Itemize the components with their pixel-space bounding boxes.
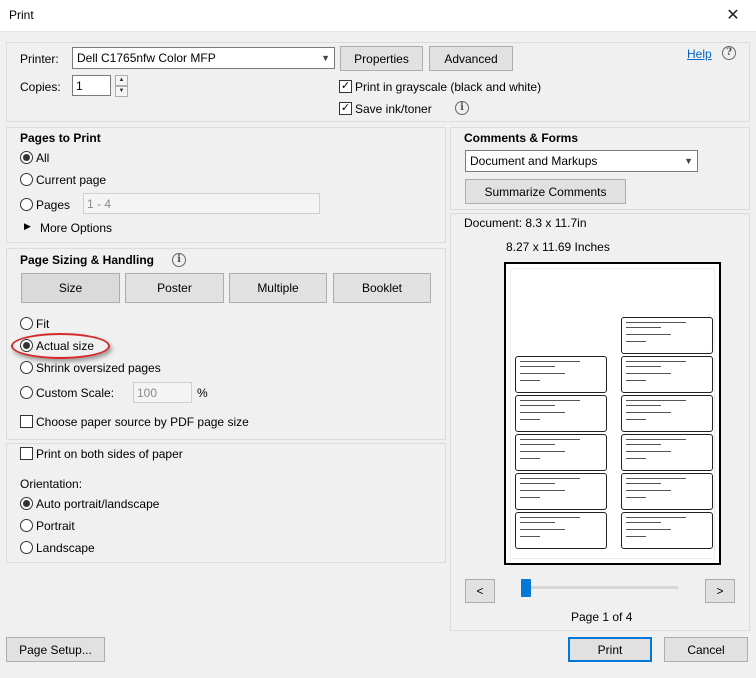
custom-scale-radio[interactable] [20,386,33,399]
page-slider-thumb[interactable] [521,579,531,597]
comments-value: Document and Markups [470,154,598,168]
fit-label: Fit [36,317,50,331]
portrait-radio[interactable] [20,519,33,532]
copies-input[interactable]: 1 [72,75,111,96]
paper-size-label: 8.27 x 11.69 Inches [506,240,610,254]
label-card [621,434,713,471]
page-sizing-heading: Page Sizing & Handling [20,253,155,267]
percent-label: % [197,386,208,400]
label-card [621,512,713,549]
dropdown-arrow-icon: ▼ [321,53,330,63]
shrink-label: Shrink oversized pages [36,361,161,375]
help-link[interactable]: Help [687,47,712,61]
properties-button[interactable]: Properties [340,46,423,71]
landscape-radio[interactable] [20,541,33,554]
page-slider-track[interactable] [521,586,678,589]
label-card [621,317,713,354]
paper-source-checkbox[interactable] [20,415,33,428]
help-question-icon[interactable]: ? [722,46,736,60]
multiple-button[interactable]: Multiple [229,273,327,303]
all-pages-label: All [36,151,50,165]
printer-value: Dell C1765nfw Color MFP [77,51,216,65]
actual-size-label: Actual size [36,339,95,353]
pages-range-input[interactable]: 1 - 4 [83,193,320,214]
current-page-radio[interactable] [20,173,33,186]
next-page-button[interactable]: > [705,579,735,603]
pages-range-value: 1 - 4 [87,196,112,211]
document-size-label: Document: 8.3 x 11.7in [464,216,587,230]
auto-orientation-radio[interactable] [20,497,33,510]
close-icon[interactable]: ✕ [710,0,756,31]
page-setup-button[interactable]: Page Setup... [6,637,105,662]
portrait-label: Portrait [36,519,75,533]
printer-select[interactable]: Dell C1765nfw Color MFP ▼ [72,47,335,69]
shrink-radio[interactable] [20,361,33,374]
grayscale-checkbox[interactable]: ✓ [339,80,352,93]
auto-orientation-label: Auto portrait/landscape [36,497,160,511]
sizing-info-icon[interactable]: i [172,253,186,267]
current-page-label: Current page [36,173,107,187]
poster-button[interactable]: Poster [125,273,224,303]
copies-up-button[interactable]: ▲ [115,75,128,86]
previous-page-button[interactable]: < [465,579,495,603]
page-indicator: Page 1 of 4 [571,610,633,624]
copies-down-button[interactable]: ▼ [115,86,128,97]
both-sides-label: Print on both sides of paper [36,447,183,461]
print-button[interactable]: Print [568,637,652,662]
booklet-button[interactable]: Booklet [333,273,431,303]
label-card [621,395,713,432]
paper-source-label: Choose paper source by PDF page size [36,415,249,429]
preview-page [504,262,721,565]
orientation-label: Orientation: [20,477,83,491]
copies-value: 1 [76,78,83,93]
label-card [515,434,607,471]
pages-radio[interactable] [20,198,33,211]
label-card [515,356,607,393]
expand-triangle-icon[interactable]: ▶ [24,221,31,232]
landscape-label: Landscape [36,541,95,555]
size-button[interactable]: Size [21,273,120,303]
summarize-comments-button[interactable]: Summarize Comments [465,179,626,204]
fit-radio[interactable] [20,317,33,330]
custom-scale-input[interactable]: 100 [133,382,192,403]
comments-select[interactable]: Document and Markups ▼ [465,150,698,172]
printer-label: Printer: [20,52,59,66]
label-card [515,473,607,510]
window-title: Print [9,8,34,22]
save-ink-label: Save ink/toner [355,102,432,116]
label-card [515,512,607,549]
dropdown-arrow-icon: ▼ [684,156,693,166]
both-sides-checkbox[interactable] [20,447,33,460]
label-card [515,395,607,432]
advanced-button[interactable]: Advanced [429,46,513,71]
actual-size-radio[interactable] [20,339,33,352]
comments-forms-heading: Comments & Forms [464,131,579,145]
info-icon[interactable]: i [455,101,469,115]
pages-label: Pages [36,198,71,212]
title-bar: Print ✕ [0,0,756,32]
custom-scale-value: 100 [137,385,158,400]
label-card [621,356,713,393]
more-options-label[interactable]: More Options [40,221,112,235]
grayscale-label: Print in grayscale (black and white) [355,80,542,94]
all-pages-radio[interactable] [20,151,33,164]
copies-label: Copies: [20,80,61,94]
label-card [621,473,713,510]
pages-to-print-heading: Pages to Print [20,131,101,145]
cancel-button[interactable]: Cancel [664,637,748,662]
custom-scale-label: Custom Scale: [36,386,115,400]
save-ink-checkbox[interactable]: ✓ [339,102,352,115]
